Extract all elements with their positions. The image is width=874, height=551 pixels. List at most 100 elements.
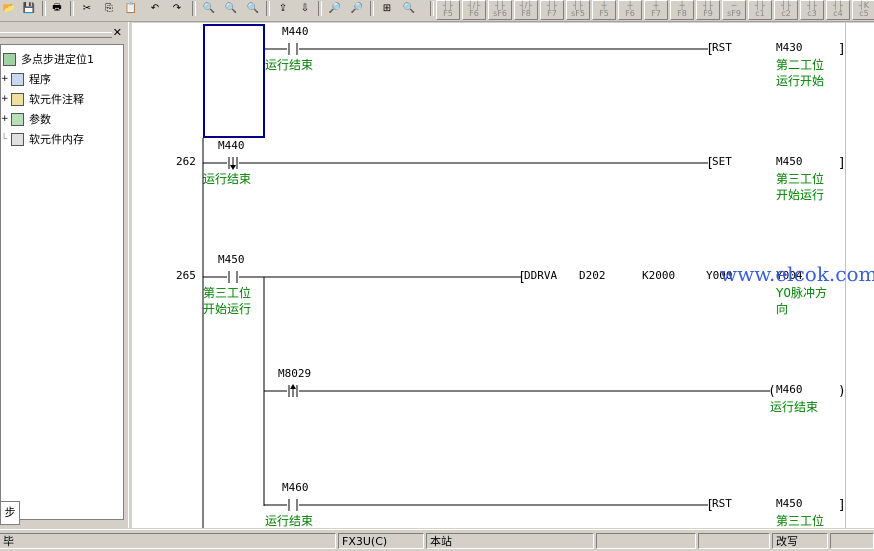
panel-header: ✕ (0, 24, 126, 42)
ladder-symbol-icon: ┤├ (703, 1, 713, 10)
monitor-write-icon[interactable]: 🔎 (348, 0, 366, 16)
monitor-icon[interactable]: 🔎 (326, 0, 344, 16)
verify-icon[interactable]: 🔍 (400, 0, 418, 16)
ladder-key-label: F7 (651, 9, 661, 18)
operand-comment: 运行开始 (776, 74, 825, 88)
close-icon[interactable]: ✕ (113, 26, 122, 39)
redo-icon[interactable]: ↷ (168, 0, 186, 16)
instruction: DDRVA (524, 269, 558, 282)
print-icon[interactable]: 🖶 (48, 0, 66, 16)
contact-label: M8029 (278, 367, 312, 380)
ladder-key-f7[interactable]: ┤├ F7 (540, 0, 564, 20)
status-plc-type: FX3U(C) (338, 533, 424, 549)
ladder-key-f9[interactable]: ┤├ F9 (696, 0, 720, 20)
ladder-key-label: F5 (599, 9, 609, 18)
ladder-key-label: c3 (807, 9, 817, 18)
undo-icon[interactable]: ↶ (146, 0, 164, 16)
ladder-key-label: F6 (469, 9, 479, 18)
ladder-key-label: F9 (703, 9, 713, 18)
copy-icon[interactable]: ⎘ (100, 0, 118, 16)
operand: M450 (776, 155, 803, 168)
status-blank (596, 533, 696, 549)
ladder-symbol-icon: ┤├ (833, 1, 843, 10)
tree-item-label: 软元件内存 (29, 133, 84, 146)
tree-item-device-memory[interactable]: └ 软元件内存 (1, 131, 84, 147)
save-icon[interactable]: 💾 (20, 0, 38, 16)
expand-icon: + (1, 114, 9, 124)
find-step-icon[interactable]: 🔍 (244, 0, 262, 16)
ladder-key-f8[interactable]: ┼ F8 (670, 0, 694, 20)
project-tree: 多点步进定位1 + 程序 + 软元件注释 + 参数 └ 软元件内存 (0, 44, 124, 520)
ladder-key-c3[interactable]: ┤├ c3 (800, 0, 824, 20)
coil-comment: 运行结束 (770, 400, 819, 414)
ladder-key-sf9[interactable]: ─ sF9 (722, 0, 746, 20)
paste-icon[interactable]: 📋 (122, 0, 140, 16)
toolbar-separator (266, 1, 270, 16)
read-icon[interactable]: ⇩ (296, 0, 314, 16)
toolbar-separator (370, 1, 374, 16)
status-bar: 毕 FX3U(C) 本站 改写 (0, 529, 874, 551)
tree-root[interactable]: 多点步进定位1 (1, 51, 94, 67)
ladder-key-label: c5 (859, 9, 869, 18)
tree-item-label: 软元件注释 (29, 93, 84, 106)
operand-comment: Y0脉冲方 (776, 286, 827, 300)
ladder-symbol-icon: ┤├ (807, 1, 817, 10)
open-icon[interactable]: 📂 (0, 0, 18, 16)
ladder-symbol-icon: ┤├ (573, 1, 583, 10)
status-blank (698, 533, 770, 549)
contact-label: M450 (218, 253, 245, 266)
ladder-key-f7[interactable]: ┼ F7 (644, 0, 668, 20)
ladder-key-f6[interactable]: ┼ F6 (618, 0, 642, 20)
ladder-key-sf6[interactable]: ┤├ sF6 (488, 0, 512, 20)
tree-item-label: 程序 (29, 73, 51, 86)
contact-comment: 运行结束 (265, 514, 314, 528)
coil-operand: M460 (776, 383, 803, 396)
operand-comment: 向 (776, 302, 789, 316)
ladder-key-f6[interactable]: ┤/├ F6 (462, 0, 486, 20)
instruction: RST (712, 41, 732, 54)
cursor-box (203, 24, 265, 138)
svg-text:]: ] (838, 498, 845, 513)
coil-open: ( (768, 384, 776, 399)
status-station: 本站 (426, 533, 594, 549)
coil-close: ) (838, 384, 845, 399)
ladder-symbol-icon: ┼ (653, 1, 659, 10)
contact-comment: 开始运行 (203, 302, 252, 316)
program-icon (11, 72, 24, 86)
ladder-key-f5[interactable]: ┤├ F5 (436, 0, 460, 20)
ladder-key-c2[interactable]: ┤├ c2 (774, 0, 798, 20)
tree-item-parameter[interactable]: + 参数 (1, 111, 51, 127)
operand-comment: 开始运行 (776, 188, 825, 202)
ladder-symbol-icon: ┤/├ (519, 1, 533, 10)
ladder-key-f8[interactable]: ┤/├ F8 (514, 0, 538, 20)
tab-project[interactable]: 步 (0, 501, 20, 525)
write-icon[interactable]: ⇪ (274, 0, 292, 16)
ladder-key-c1[interactable]: ┤├ c1 (748, 0, 772, 20)
cut-icon[interactable]: ✂ (78, 0, 96, 16)
svg-text:]: ] (838, 156, 845, 171)
device-test-icon[interactable]: ⊞ (378, 0, 396, 16)
find-instruction-icon[interactable]: 🔍 (222, 0, 240, 16)
tree-item-comment[interactable]: + 软元件注释 (1, 91, 84, 107)
ladder-key-label: c4 (833, 9, 843, 18)
ladder-key-sf5[interactable]: ┤├ sF5 (566, 0, 590, 20)
ladder-key-f5[interactable]: ┼ F5 (592, 0, 616, 20)
step-number: 262 (176, 155, 196, 168)
ladder-symbol-icon: ┼ (679, 1, 685, 10)
find-device-icon[interactable]: 🔍 (200, 0, 218, 16)
argument: D202 (579, 269, 606, 282)
ladder-key-label: sF5 (571, 9, 585, 18)
ladder-symbol-icon: ┤/├ (467, 1, 481, 10)
ladder-key-c5[interactable]: ┤K c5 (852, 0, 874, 20)
ladder-symbol-icon: ┤K (858, 1, 870, 10)
ladder-key-label: F7 (547, 9, 557, 18)
tree-item-program[interactable]: + 程序 (1, 71, 51, 87)
operand: M450 (776, 497, 803, 510)
ladder-symbol-icon: ┤├ (755, 1, 765, 10)
instruction: RST (712, 497, 732, 510)
contact-comment: 运行结束 (265, 58, 314, 72)
status-blank (830, 533, 874, 549)
ladder-key-c4[interactable]: ┤├ c4 (826, 0, 850, 20)
watermark: www.elcok.com (720, 262, 874, 286)
memory-icon (11, 132, 24, 146)
